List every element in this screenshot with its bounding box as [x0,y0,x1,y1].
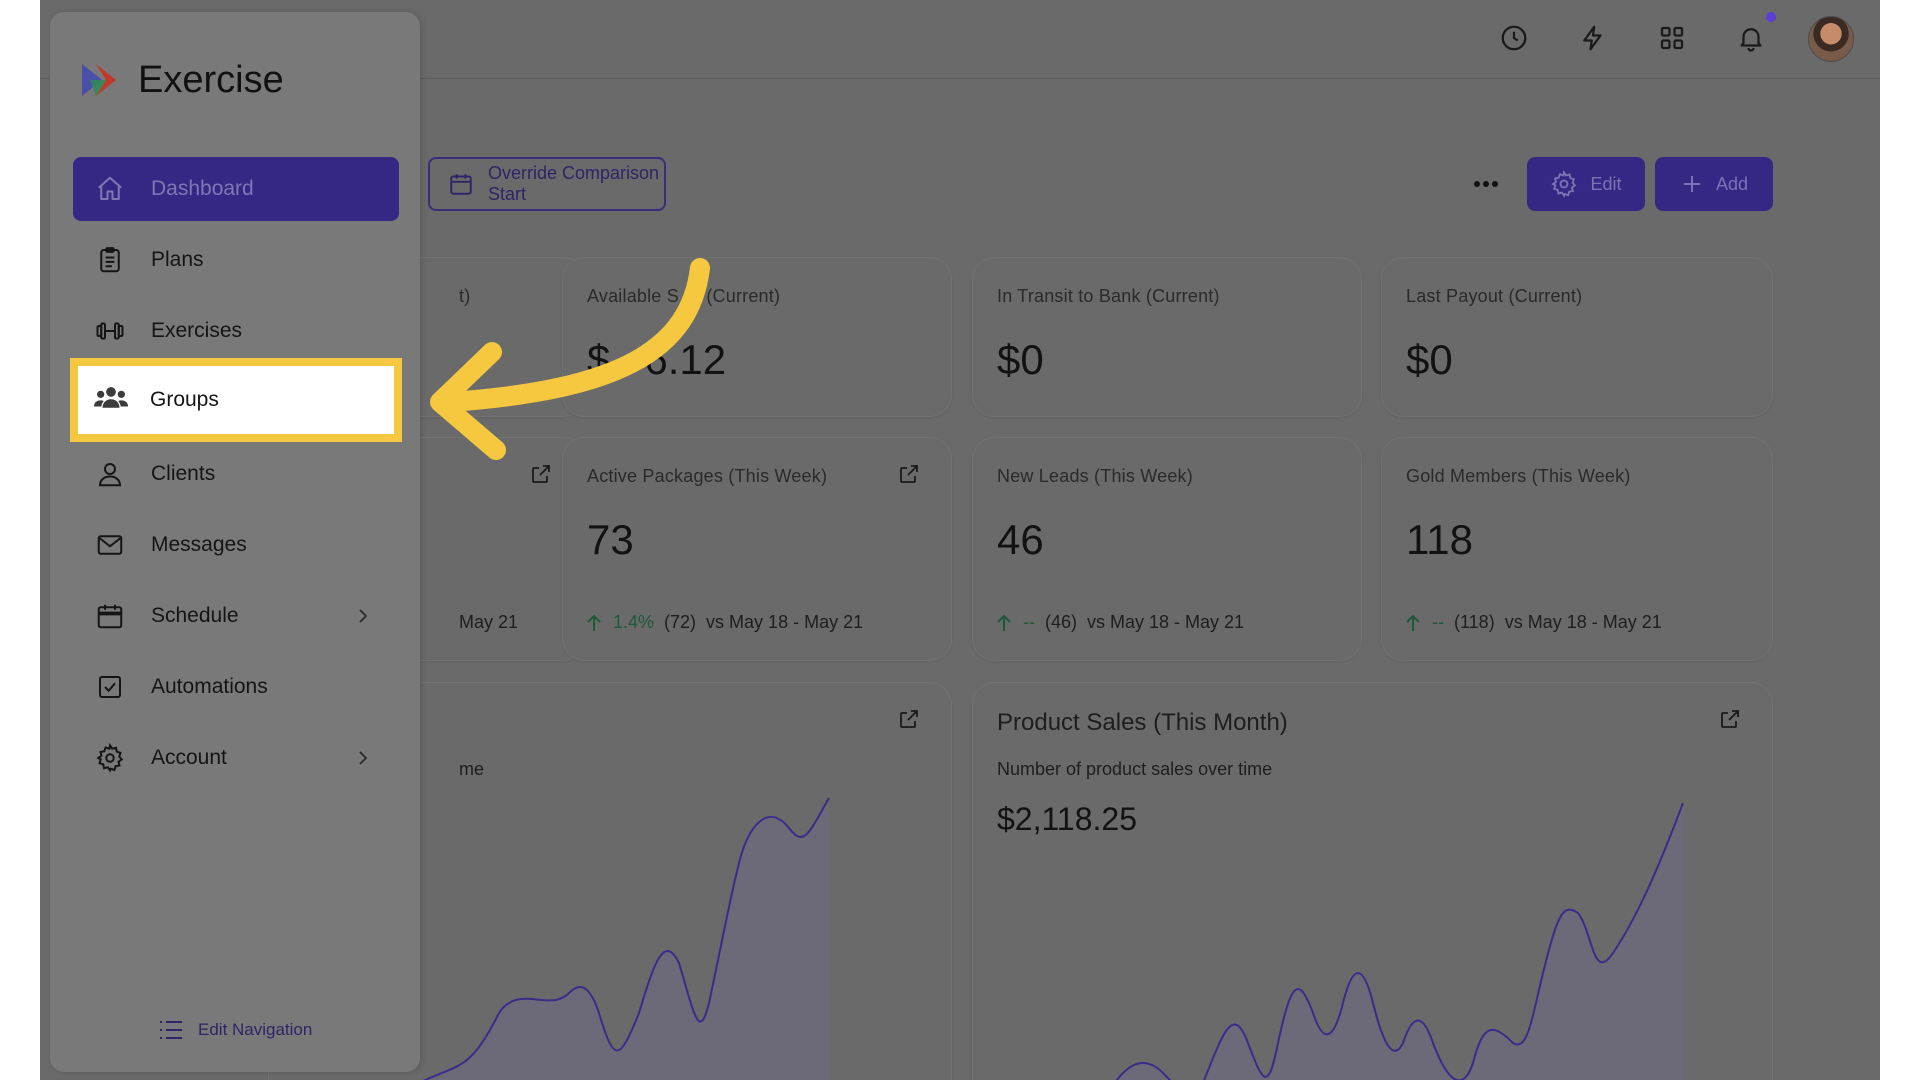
card-compare: -- (118) vs May 18 - May 21 [1404,612,1662,633]
card-compare: May 21 [459,612,519,632]
brand-name: Exercise [138,58,284,101]
add-button[interactable]: Add [1655,157,1773,211]
chart-card-product-sales: Product Sales (This Month) Number of pro… [972,682,1773,1080]
card-label: Last Payout (Current) [1406,286,1583,306]
sidebar-item-label: Dashboard [151,177,254,200]
compare-range: vs May 18 - May 21 [1087,612,1245,632]
card-label: In Transit to Bank (Current) [997,286,1220,306]
user-icon [95,459,125,489]
edit-navigation-button[interactable]: Edit Navigation [158,1018,312,1042]
sidebar-item-account[interactable]: Account [73,726,399,790]
override-comparison-button[interactable]: Override Comparison Start [428,157,666,211]
edit-label: Edit [1590,173,1622,194]
brand-logo-icon [82,64,116,96]
sidebar-item-label: Messages [151,533,247,556]
card-label: Available Sn (Current) [587,286,781,306]
sidebar-item-dashboard[interactable]: Dashboard [73,157,399,221]
card-value: 118 [1406,516,1473,563]
sidebar-item-label: Clients [151,462,216,485]
clock-icon[interactable] [1494,18,1534,58]
card-compare: 1.4% (72) vs May 18 - May 21 [585,612,863,633]
edit-navigation-label: Edit Navigation [198,1020,313,1039]
sidebar: Exercise Dashboard Plans Exercises Group… [50,12,420,1072]
arrow-up-icon [997,614,1011,631]
compare-range: vs May 18 - May 21 [1504,612,1662,632]
card-value: $0 [1406,336,1453,383]
external-link-icon[interactable] [529,462,553,486]
edit-button[interactable]: Edit [1527,157,1645,211]
stat-card-new-leads: New Leads (This Week) 46 -- (46) vs May … [972,437,1362,661]
card-compare: -- (46) vs May 18 - May 21 [995,612,1244,633]
sidebar-item-clients[interactable]: Clients [73,442,399,506]
chevron-right-icon [359,751,368,765]
clipboard-icon [95,245,125,275]
stat-card-in-transit: In Transit to Bank (Current) $0 [972,257,1362,417]
sidebar-item-label: Schedule [151,604,239,627]
card-value: 46 [997,516,1044,563]
dumbbell-icon [95,316,125,346]
card-label: Active Packages (This Week) [587,466,828,486]
sidebar-item-exercises[interactable]: Exercises [73,299,399,363]
sidebar-item-messages[interactable]: Messages [73,513,399,577]
avatar[interactable] [1808,16,1854,62]
sidebar-item-automations[interactable]: Automations [73,655,399,719]
bolt-icon[interactable] [1573,18,1613,58]
stat-card-available: Available Sn (Current) $6.12 [562,257,952,417]
bell-icon[interactable] [1731,18,1771,58]
compare-percent: -- [1023,612,1035,632]
list-icon [160,1021,182,1039]
compare-range: vs May 18 - May 21 [706,612,864,632]
gear-icon [95,743,125,773]
gear-icon [1550,170,1578,198]
users-icon [94,383,128,417]
card-value: $0 [997,336,1044,383]
stat-card-active-packages: Active Packages (This Week) 73 1.4% (72)… [562,437,952,661]
sidebar-item-plans[interactable]: Plans [73,228,399,292]
override-comparison-label: Override Comparison Start [488,163,660,204]
more-options-icon[interactable] [1466,168,1506,200]
card-label: t) [459,286,471,306]
external-link-icon[interactable] [897,462,921,486]
compare-prev: (72) [664,612,697,632]
sidebar-item-label: Exercises [151,319,243,342]
sidebar-item-label: Automations [151,675,268,698]
sidebar-item-schedule[interactable]: Schedule [73,584,399,648]
home-icon [95,174,125,204]
compare-percent: -- [1432,612,1444,632]
arrow-up-icon [587,614,601,631]
stat-card-last-payout: Last Payout (Current) $0 [1381,257,1773,417]
card-value: $6.12 [587,336,727,383]
brand: Exercise [78,58,284,102]
card-value: 73 [587,516,634,563]
chevron-right-icon [359,609,368,623]
compare-percent: 1.4% [613,612,655,632]
compare-prev: (46) [1045,612,1078,632]
checkbox-icon [95,672,125,702]
card-label: New Leads (This Week) [997,466,1193,486]
mail-icon [95,530,125,560]
plus-icon [1680,172,1704,196]
stat-card-gold-members: Gold Members (This Week) 118 -- (118) vs… [1381,437,1773,661]
calendar-icon [448,171,474,197]
sidebar-item-label: Account [151,746,227,769]
calendar-icon [95,601,125,631]
grid-icon[interactable] [1652,18,1692,58]
chart-line-product-sales [1115,802,1684,1080]
card-label: Gold Members (This Week) [1406,466,1631,486]
sidebar-item-label: Plans [151,248,204,271]
arrow-up-icon [1406,614,1420,631]
notification-dot [1766,12,1776,22]
sidebar-item-label: Groups [150,388,219,411]
sidebar-item-groups[interactable]: Groups [70,358,402,442]
compare-prev: (118) [1454,612,1495,632]
add-label: Add [1715,173,1749,194]
